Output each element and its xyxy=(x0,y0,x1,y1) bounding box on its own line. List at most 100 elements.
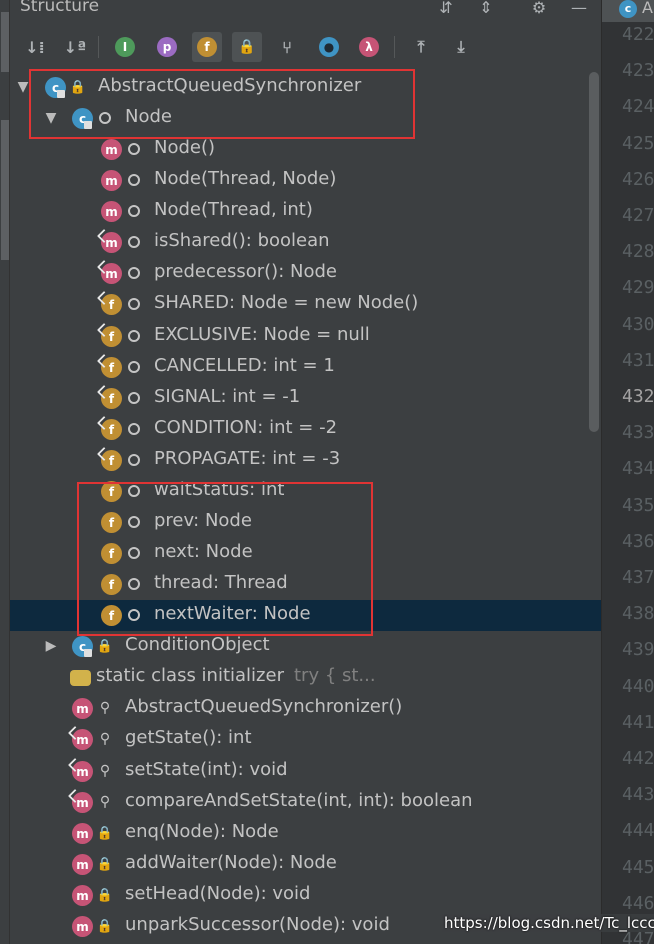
package-private-icon xyxy=(127,234,141,250)
member-signature: SIGNAL: int = -1 xyxy=(154,386,301,407)
sort-by-visibility-button[interactable]: ↓⁞ xyxy=(20,32,50,62)
hide-panel-icon[interactable]: — xyxy=(568,0,590,19)
tree-row-label: getState(): int xyxy=(125,727,252,748)
static-badge-icon xyxy=(84,649,92,657)
tree-row-label: ConditionObject xyxy=(125,634,270,655)
structure-toolbar: ↓⁞ ↓ª I p f 🔒 ⑂ ● λ ⤒ ⤓ xyxy=(10,30,601,66)
member-signature: AbstractQueuedSynchronizer() xyxy=(125,696,403,717)
protected-key-icon: ⚲ xyxy=(99,731,111,747)
line-number: 435 xyxy=(622,495,654,516)
package-private-icon xyxy=(127,141,141,157)
left-tool-strip xyxy=(0,0,10,944)
editor-tab[interactable]: c A xyxy=(602,0,654,22)
package-private-icon xyxy=(127,452,141,468)
scroll-from-source-icon[interactable]: ⇵ xyxy=(435,0,457,19)
member-signature: isShared(): boolean xyxy=(154,230,330,251)
tree-row-label: SIGNAL: int = -1 xyxy=(154,386,300,407)
line-number: 430 xyxy=(622,314,654,335)
line-number: 442 xyxy=(622,748,654,769)
package-private-icon xyxy=(127,203,141,219)
method-icon: m xyxy=(101,139,122,160)
editor-tab-label: A xyxy=(642,0,653,17)
highlight-box-class-node xyxy=(29,69,415,139)
collapse-icon[interactable]: ⇕ xyxy=(475,0,497,19)
line-number: 422 xyxy=(622,24,654,45)
expand-all-button[interactable]: ⤒ xyxy=(406,32,436,62)
tree-row[interactable]: m 🔒 setHead(Node): void xyxy=(10,880,601,911)
tree-row[interactable]: f CANCELLED: int = 1 xyxy=(10,352,601,383)
tree-row[interactable]: m ⚲ compareAndSetState(int, int): boolean xyxy=(10,787,601,818)
method-icon: m xyxy=(72,854,93,875)
private-lock-icon: 🔒 xyxy=(96,825,114,841)
line-number: 445 xyxy=(622,857,654,878)
field-icon: f xyxy=(197,37,217,57)
tree-row[interactable]: m ⚲ getState(): int xyxy=(10,724,601,755)
tree-row-label: setHead(Node): void xyxy=(125,883,310,904)
line-number: 446 xyxy=(622,893,654,914)
tree-row[interactable]: m 🔒 enq(Node): Node xyxy=(10,818,601,849)
show-properties-button[interactable]: p xyxy=(152,32,182,62)
toolbar-separator xyxy=(98,36,99,58)
package-private-icon xyxy=(127,390,141,406)
method-icon: m xyxy=(72,916,93,937)
tree-row[interactable]: m ⚲ setState(int): void xyxy=(10,756,601,787)
line-number: 437 xyxy=(622,567,654,588)
structure-panel-header: Structure ⇵ ⇕ ⚙ — xyxy=(10,0,601,22)
line-number: 426 xyxy=(622,169,654,190)
gear-icon[interactable]: ⚙ xyxy=(528,0,550,19)
tree-row-label: SHARED: Node = new Node() xyxy=(154,292,418,313)
tree-row[interactable]: f SIGNAL: int = -1 xyxy=(10,383,601,414)
tree-row-label: CONDITION: int = -2 xyxy=(154,417,337,438)
member-signature: Node() xyxy=(154,137,216,158)
member-signature: static class initializer xyxy=(96,665,284,686)
sort-alphabetically-button[interactable]: ↓ª xyxy=(60,32,90,62)
tree-row-label: EXCLUSIVE: Node = null xyxy=(154,324,370,345)
show-fields-button[interactable]: f xyxy=(192,32,222,62)
line-number: 433 xyxy=(622,422,654,443)
method-icon: m xyxy=(101,170,122,191)
show-anonymous-button[interactable]: ● xyxy=(314,32,344,62)
show-hierarchy-button[interactable]: ⑂ xyxy=(272,32,302,62)
hierarchy-icon: ⑂ xyxy=(282,37,292,57)
public-lock-icon: 🔒 xyxy=(96,638,114,654)
tree-row[interactable]: m predecessor(): Node xyxy=(10,258,601,289)
tree-row[interactable]: f CONDITION: int = -2 xyxy=(10,414,601,445)
tree-row[interactable]: m Node(Thread, Node) xyxy=(10,165,601,196)
tree-row[interactable]: static class initializer try { st... xyxy=(10,662,601,693)
tool-window-tab-project[interactable] xyxy=(1,120,9,260)
tree-row[interactable]: f PROPAGATE: int = -3 xyxy=(10,445,601,476)
method-icon: m xyxy=(72,885,93,906)
sort-visibility-icon: ↓⁞ xyxy=(25,37,45,57)
member-hint: try { st... xyxy=(293,665,376,686)
member-signature: addWaiter(Node): Node xyxy=(125,852,337,873)
private-lock-icon: 🔒 xyxy=(96,856,114,872)
tree-row-label: setState(int): void xyxy=(125,759,288,780)
package-private-icon xyxy=(127,172,141,188)
property-icon: p xyxy=(157,37,177,57)
line-number: 438 xyxy=(622,603,654,624)
tree-row[interactable]: m isShared(): boolean xyxy=(10,227,601,258)
highlight-box-node-fields xyxy=(77,482,373,636)
show-lambdas-button[interactable]: λ xyxy=(354,32,384,62)
tree-scrollbar[interactable] xyxy=(589,72,599,432)
tree-row[interactable]: m Node(Thread, int) xyxy=(10,196,601,227)
expand-arrow-icon[interactable]: ▶ xyxy=(43,637,59,655)
show-inherited-button[interactable]: I xyxy=(110,32,140,62)
tree-row[interactable]: m 🔒 addWaiter(Node): Node xyxy=(10,849,601,880)
lambda-icon: λ xyxy=(359,37,379,57)
collapse-all-button[interactable]: ⤓ xyxy=(446,32,476,62)
tree-row-label: PROPAGATE: int = -3 xyxy=(154,448,340,469)
show-non-public-button[interactable]: 🔒 xyxy=(232,32,262,62)
panel-title: Structure xyxy=(20,0,100,16)
tool-window-tab-structure[interactable] xyxy=(1,12,9,72)
class-icon: c xyxy=(619,0,637,18)
tree-row[interactable]: m ⚲ AbstractQueuedSynchronizer() xyxy=(10,693,601,724)
package-private-icon xyxy=(127,328,141,344)
line-number: 427 xyxy=(622,205,654,226)
tree-row[interactable]: f EXCLUSIVE: Node = null xyxy=(10,321,601,352)
line-number: 423 xyxy=(622,60,654,81)
tree-row[interactable]: f SHARED: Node = new Node() xyxy=(10,289,601,320)
method-icon: m xyxy=(101,201,122,222)
package-private-icon xyxy=(127,265,141,281)
method-icon: m xyxy=(72,823,93,844)
